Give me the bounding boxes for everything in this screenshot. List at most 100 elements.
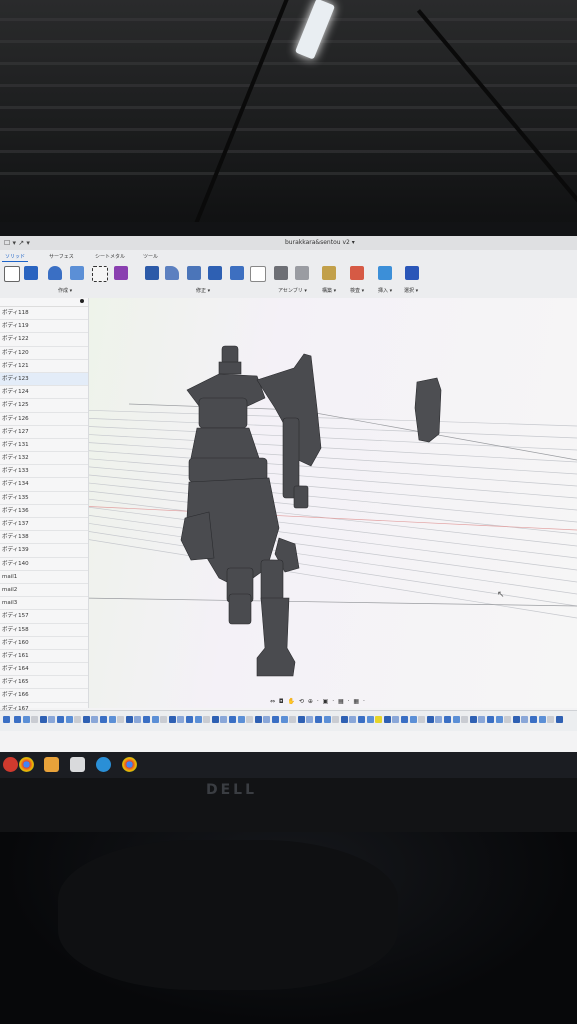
group-assemble[interactable]: アセンブリ ▾ [278,287,307,294]
timeline-feature-icon[interactable] [143,716,150,723]
timeline-feature-icon[interactable] [461,716,469,723]
timeline-feature-icon[interactable] [194,716,202,723]
browser-body-item[interactable]: mail3 [0,597,88,611]
browser-body-item[interactable]: ボディ127 [0,426,88,439]
timeline-feature-icon[interactable] [272,716,279,723]
measure-icon[interactable] [350,266,364,280]
timeline-feature-icon[interactable] [31,716,39,723]
timeline-feature-icon[interactable] [332,716,340,723]
browser-body-item[interactable]: ボディ134 [0,478,88,492]
timeline-feature-icon[interactable] [39,716,47,723]
loft-icon[interactable] [114,266,128,280]
browser-body-item[interactable]: ボディ136 [0,505,88,518]
browser-body-item[interactable]: mail2 [0,584,88,598]
timeline-feature-icon[interactable] [409,716,417,723]
offset-plane-icon[interactable] [322,266,336,280]
timeline-feature-icon[interactable] [22,716,30,723]
group-inspect[interactable]: 検査 ▾ [350,287,364,294]
timeline-feature-icon[interactable] [117,716,125,723]
navigation-bar[interactable]: ⇔ ◘ ✋ ⟲ ⊕ · ▣ · ▦ · ▦ · [270,698,390,708]
tab-sheetmetal[interactable]: シートメタル [92,252,128,261]
browser-body-item[interactable]: ボディ158 [0,624,88,637]
timeline-feature-icon[interactable] [57,716,64,723]
extrude-icon[interactable] [48,266,62,280]
browser-body-item[interactable]: ボディ125 [0,399,88,413]
timeline-feature-icon[interactable] [426,716,434,723]
timeline-feature-icon[interactable] [315,716,322,723]
joint-icon[interactable] [295,266,309,280]
timeline-feature-icon[interactable] [444,716,451,723]
create-form-icon[interactable] [24,266,38,280]
select-icon[interactable] [405,266,419,280]
group-modify[interactable]: 修正 ▾ [196,287,210,294]
browser-body-item[interactable]: ボディ160 [0,637,88,650]
3d-viewport[interactable]: ↖ [89,298,577,708]
browser-body-item[interactable]: ボディ126 [0,413,88,426]
timeline-feature-icon[interactable] [82,716,90,723]
browser-body-item[interactable]: ボディ137 [0,518,88,532]
timeline-feature-icon[interactable] [211,716,219,723]
new-component-icon[interactable] [274,266,288,280]
browser-body-item[interactable]: ボディ165 [0,676,88,690]
sweep-icon[interactable] [92,266,108,282]
group-create[interactable]: 作成 ▾ [58,287,72,294]
timeline-feature-icon[interactable] [306,716,314,723]
timeline-feature-icon[interactable] [521,716,529,723]
group-insert[interactable]: 挿入 ▾ [378,287,392,294]
document-title[interactable]: burakkara&sentou v2 ▾ [285,239,355,246]
timeline-feature-icon[interactable] [547,716,555,723]
browser-body-item[interactable]: ボディ120 [0,347,88,360]
browser-body-item[interactable]: ボディ166 [0,689,88,703]
timeline-feature-icon[interactable] [160,716,168,723]
timeline-feature-icon[interactable] [91,716,99,723]
browser-body-item[interactable]: ボディ157 [0,610,88,624]
timeline-feature-icon[interactable] [349,716,357,723]
browser-pin-icon[interactable] [80,299,84,303]
timeline-feature-icon[interactable] [108,716,116,723]
group-select[interactable]: 選択 ▾ [404,287,418,294]
shell-icon[interactable] [208,266,222,280]
timeline-feature-icon[interactable] [229,716,236,723]
timeline-feature-icon[interactable] [48,716,56,723]
timeline-feature-icon[interactable] [478,716,486,723]
timeline-feature-icon[interactable] [177,716,185,723]
quick-access-toolbar[interactable]: ☐ ▾ ↗ ▾ [4,239,30,247]
timeline-feature-icon[interactable] [254,716,262,723]
chrome-icon[interactable] [19,757,34,772]
timeline-feature-icon[interactable] [289,716,297,723]
timeline-feature-icon[interactable] [452,716,460,723]
timeline-feature-icon[interactable] [418,716,426,723]
tab-surface[interactable]: サーフェス [46,252,77,261]
timeline-feature-icon[interactable] [14,716,21,723]
timeline-feature-icon[interactable] [469,716,477,723]
skype-icon[interactable] [96,757,111,772]
timeline-feature-icon[interactable] [323,716,331,723]
timeline-feature-icon[interactable] [186,716,193,723]
fusion-360-icon[interactable] [44,757,59,772]
timeline-feature-icon[interactable] [280,716,288,723]
browser-body-item[interactable]: ボディ123 [0,372,88,387]
tab-tools[interactable]: ツール [140,252,161,261]
timeline-feature-icon[interactable] [100,716,107,723]
robot-model[interactable] [180,345,322,677]
browser-body-item[interactable]: ボディ133 [0,465,88,479]
timeline-feature-icon[interactable] [538,716,546,723]
browser-body-item[interactable]: ボディ140 [0,558,88,571]
timeline-feature-icon[interactable] [263,716,271,723]
timeline-feature-icon[interactable] [555,716,563,723]
browser-body-item[interactable]: ボディ135 [0,492,88,505]
browser-body-item[interactable]: ボディ119 [0,320,88,334]
timeline-feature-icon[interactable] [512,716,520,723]
timeline-feature-icon[interactable] [383,716,391,723]
windows-start-icon[interactable] [3,757,18,772]
timeline-feature-icon[interactable] [65,716,73,723]
tab-solid[interactable]: ソリッド [2,252,29,262]
revolve-icon[interactable] [70,266,84,280]
timeline-feature-icon[interactable] [203,716,211,723]
new-sketch-icon[interactable] [4,266,20,282]
browser-body-item[interactable]: ボディ118 [0,307,88,321]
timeline-feature-icon[interactable] [125,716,133,723]
file-explorer-icon[interactable] [70,757,85,772]
chamfer-icon[interactable] [187,266,201,280]
browser-body-item[interactable]: ボディ164 [0,663,88,677]
